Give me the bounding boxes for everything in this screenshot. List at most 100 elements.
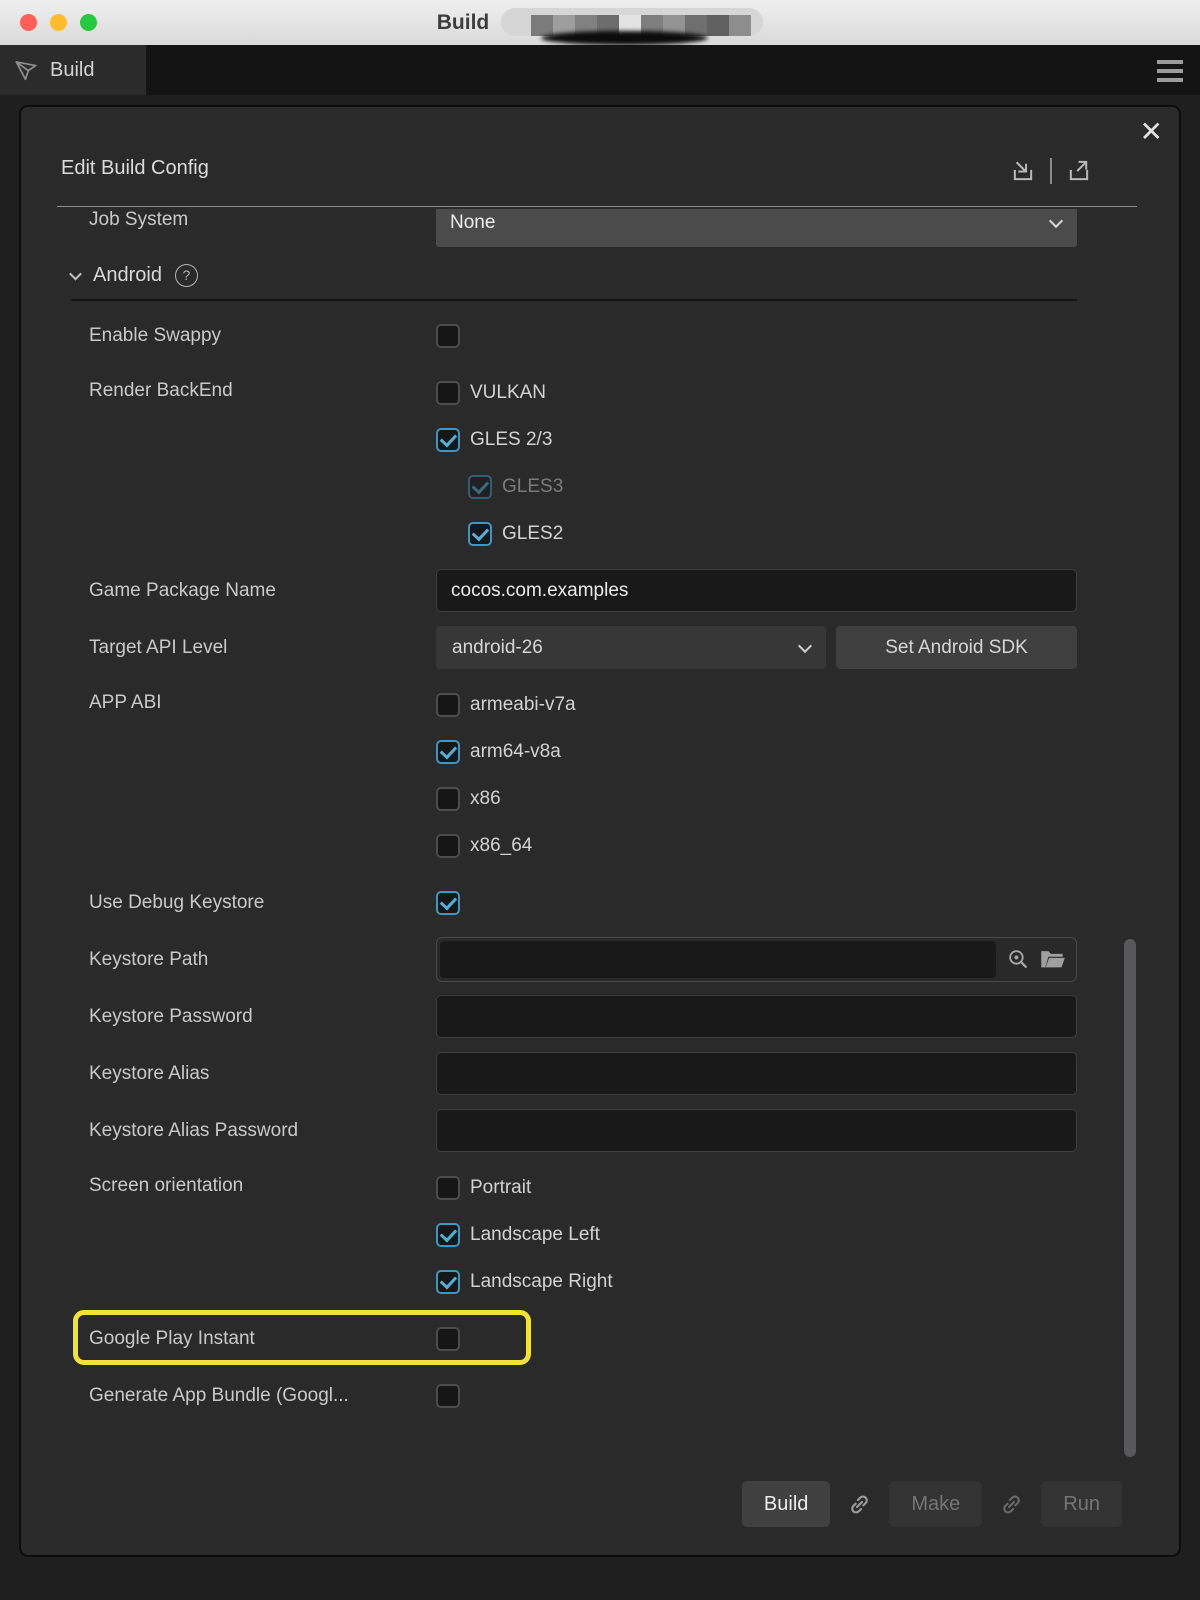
help-icon[interactable]: ? xyxy=(175,264,198,287)
keystore-path-label: Keystore Path xyxy=(89,949,436,971)
app-abi-option: x86_64 xyxy=(436,822,1077,869)
chevron-down-icon xyxy=(798,638,812,652)
keystore-password-input[interactable] xyxy=(436,995,1077,1038)
app-abi-option: arm64-v8a xyxy=(436,728,1077,775)
keystore-path-control xyxy=(436,937,1077,982)
checkbox[interactable] xyxy=(436,381,460,405)
target-api-level-label: Target API Level xyxy=(89,637,436,659)
generate-app-bundle-checkbox[interactable] xyxy=(436,1384,460,1408)
field-job-system: Job System None xyxy=(89,207,1077,251)
collapse-chevron-icon[interactable] xyxy=(69,267,82,280)
checkbox[interactable] xyxy=(436,693,460,717)
render-backend-options: VULKAN GLES 2/3 GLES3 GLES2 xyxy=(436,369,1077,557)
target-api-level-select[interactable]: android-26 xyxy=(436,626,826,669)
dialog-footer: Build Make Run xyxy=(742,1481,1122,1527)
target-api-level-value: android-26 xyxy=(452,637,543,659)
window-titlebar: Build xyxy=(0,0,1200,45)
screen-orientation-option: Landscape Left xyxy=(436,1211,1077,1258)
field-use-debug-keystore: Use Debug Keystore xyxy=(89,874,1077,931)
minimize-window-button[interactable] xyxy=(50,14,67,31)
section-android[interactable]: Android ? xyxy=(71,251,1077,299)
checkbox-label: VULKAN xyxy=(470,382,546,404)
checkbox[interactable] xyxy=(436,834,460,858)
field-keystore-password: Keystore Password xyxy=(89,988,1077,1045)
dialog-header: Edit Build Config ✕ xyxy=(21,107,1179,207)
header-divider xyxy=(57,206,1137,207)
field-enable-swappy: Enable Swappy xyxy=(89,307,1077,364)
android-section-title: Android xyxy=(93,264,162,287)
keystore-path-input[interactable] xyxy=(440,941,996,978)
export-config-icon[interactable] xyxy=(1065,157,1093,185)
import-config-icon[interactable] xyxy=(1009,157,1037,185)
app-abi-option: x86 xyxy=(436,775,1077,822)
keystore-password-label: Keystore Password xyxy=(89,1006,436,1028)
window-title: Build xyxy=(437,11,490,35)
header-separator xyxy=(1050,158,1052,184)
open-folder-icon[interactable] xyxy=(1039,947,1066,972)
field-keystore-path: Keystore Path xyxy=(89,931,1077,988)
tab-build[interactable]: Build xyxy=(0,45,146,95)
dialog-title: Edit Build Config xyxy=(61,157,209,180)
checkbox-label: x86_64 xyxy=(470,835,532,857)
link-make-run-icon[interactable] xyxy=(998,1491,1025,1518)
checkbox[interactable] xyxy=(468,522,492,546)
checkbox[interactable] xyxy=(436,428,460,452)
checkbox-label: GLES3 xyxy=(502,476,563,498)
enable-swappy-label: Enable Swappy xyxy=(89,325,436,347)
checkbox[interactable] xyxy=(436,1223,460,1247)
use-debug-keystore-checkbox[interactable] xyxy=(436,891,460,915)
game-package-name-label: Game Package Name xyxy=(89,580,436,602)
screen-orientation-option: Portrait xyxy=(436,1164,1077,1211)
run-button[interactable]: Run xyxy=(1041,1481,1122,1527)
screen-orientation-options: Portrait Landscape Left Landscape Right xyxy=(436,1164,1077,1305)
render-backend-option: VULKAN xyxy=(436,369,1077,416)
keystore-alias-input[interactable] xyxy=(436,1052,1077,1095)
screen-orientation-option: Landscape Right xyxy=(436,1258,1077,1305)
close-dialog-icon[interactable]: ✕ xyxy=(1140,115,1163,148)
field-target-api-level: Target API Level android-26 Set Android … xyxy=(89,619,1077,676)
make-button[interactable]: Make xyxy=(889,1481,982,1527)
link-build-make-icon[interactable] xyxy=(846,1491,873,1518)
field-google-play-instant: Google Play Instant xyxy=(89,1310,1077,1367)
locate-file-icon[interactable] xyxy=(1006,947,1031,972)
checkbox-label: GLES 2/3 xyxy=(470,429,552,451)
game-package-name-input[interactable] xyxy=(436,569,1077,612)
zoom-window-button[interactable] xyxy=(80,14,97,31)
scrollbar-thumb[interactable] xyxy=(1124,939,1136,1457)
checkbox[interactable] xyxy=(436,787,460,811)
checkbox[interactable] xyxy=(436,740,460,764)
checkbox-label: Portrait xyxy=(470,1177,531,1199)
field-generate-app-bundle: Generate App Bundle (Googl... xyxy=(89,1367,1077,1424)
checkbox[interactable] xyxy=(468,475,492,499)
menu-icon[interactable] xyxy=(1157,60,1183,82)
checkbox[interactable] xyxy=(436,1176,460,1200)
checkbox-label: Landscape Left xyxy=(470,1224,600,1246)
build-button[interactable]: Build xyxy=(742,1481,830,1527)
keystore-alias-password-input[interactable] xyxy=(436,1109,1077,1152)
close-window-button[interactable] xyxy=(20,14,37,31)
google-play-instant-checkbox[interactable] xyxy=(436,1327,460,1351)
keystore-alias-label: Keystore Alias xyxy=(89,1063,436,1085)
checkbox[interactable] xyxy=(436,1270,460,1294)
redacted-project-name xyxy=(501,8,763,38)
field-game-package-name: Game Package Name xyxy=(89,562,1077,619)
field-screen-orientation: Screen orientation Portrait Landscape Le… xyxy=(89,1164,1077,1305)
checkbox-label: arm64-v8a xyxy=(470,741,561,763)
field-app-abi: APP ABI armeabi-v7a arm64-v8a xyxy=(89,681,1077,869)
paper-plane-icon xyxy=(13,56,40,83)
field-keystore-alias: Keystore Alias xyxy=(89,1045,1077,1102)
render-backend-label: Render BackEnd xyxy=(89,369,436,402)
enable-swappy-checkbox[interactable] xyxy=(436,324,460,348)
set-android-sdk-button[interactable]: Set Android SDK xyxy=(836,626,1077,669)
build-options-scroll-area: Job System None Android ? Enable Swappy xyxy=(21,207,1179,1424)
window-body: Edit Build Config ✕ Job System None xyxy=(0,95,1200,1600)
job-system-select[interactable]: None xyxy=(436,209,1077,247)
edit-build-config-dialog: Edit Build Config ✕ Job System None xyxy=(19,105,1181,1557)
generate-app-bundle-label: Generate App Bundle (Googl... xyxy=(89,1385,436,1407)
section-divider xyxy=(71,299,1077,301)
checkbox-label: armeabi-v7a xyxy=(470,694,576,716)
traffic-lights xyxy=(20,14,97,31)
editor-tabbar: Build xyxy=(0,45,1200,95)
job-system-label: Job System xyxy=(89,209,436,231)
app-abi-label: APP ABI xyxy=(89,681,436,714)
